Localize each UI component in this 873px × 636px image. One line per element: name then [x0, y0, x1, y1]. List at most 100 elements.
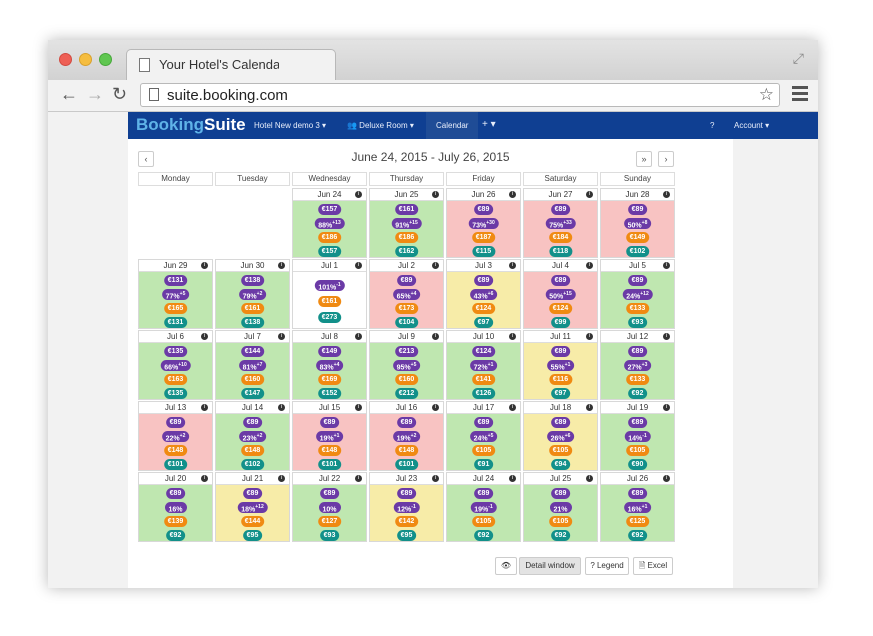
day-cell[interactable]: Jul 22 i €89 10% €127 €93 — [292, 472, 367, 542]
info-icon[interactable]: i — [432, 475, 439, 482]
info-icon[interactable]: i — [509, 404, 516, 411]
day-cell[interactable]: Jun 24 i €157 88%+13 €186 €157 — [292, 188, 367, 258]
suggested-price-badge: €95 — [242, 530, 263, 541]
day-cell[interactable]: Jul 20 i €89 16% €139 €92 — [138, 472, 213, 542]
info-icon[interactable]: i — [663, 333, 670, 340]
back-icon[interactable]: ← — [60, 84, 78, 105]
detail-window-button[interactable]: Detail window — [519, 557, 581, 575]
reload-icon[interactable]: ↻ — [112, 84, 127, 105]
info-icon[interactable]: i — [586, 262, 593, 269]
day-cell[interactable]: Jul 9 i €213 95%+5 €160 €212 — [369, 330, 444, 400]
day-cell[interactable]: Jun 25 i €161 91%+15 €186 €162 — [369, 188, 444, 258]
help-icon[interactable]: ? — [710, 121, 714, 130]
info-icon[interactable]: i — [278, 475, 285, 482]
info-icon[interactable]: i — [663, 191, 670, 198]
suggested-price-badge: €94 — [550, 459, 571, 470]
info-icon[interactable]: i — [509, 475, 516, 482]
day-cell[interactable]: Jul 8 i €149 83%+4 €169 €152 — [292, 330, 367, 400]
info-icon[interactable]: i — [355, 191, 362, 198]
day-cell[interactable]: Jul 14 i €89 23%+2 €148 €102 — [215, 401, 290, 471]
day-cell[interactable]: Jul 4 i €89 50%+15 €124 €99 — [523, 259, 598, 329]
day-cell[interactable]: Jul 10 i €124 72%+1 €141 €126 — [446, 330, 521, 400]
day-cell[interactable]: Jun 27 i €89 75%+33 €184 €118 — [523, 188, 598, 258]
hotel-dropdown[interactable]: Hotel New demo 3 ▾ — [254, 121, 326, 130]
info-icon[interactable]: i — [509, 262, 516, 269]
day-cell[interactable]: Jun 29 i €131 77%+5 €165 €131 — [138, 259, 213, 329]
competitor-price-badge: €186 — [394, 232, 419, 243]
excel-button[interactable]: 🗎 Excel — [633, 557, 673, 575]
info-icon[interactable]: i — [278, 262, 285, 269]
bookmark-star-icon[interactable]: ☆ — [759, 85, 774, 105]
add-dropdown[interactable]: + ▾ — [482, 119, 496, 130]
day-cell[interactable]: Jul 3 i €89 43%+6 €124 €97 — [446, 259, 521, 329]
info-icon[interactable]: i — [432, 333, 439, 340]
calendar-nav-item[interactable]: Calendar — [426, 112, 479, 139]
day-cell[interactable]: Jul 26 i €89 16%+1 €125 €92 — [600, 472, 675, 542]
browser-menu-icon[interactable] — [792, 86, 808, 104]
day-cell[interactable]: Jul 23 i €89 12%-1 €142 €95 — [369, 472, 444, 542]
minimize-window-button[interactable] — [79, 53, 92, 66]
day-cell[interactable]: Jul 24 i €89 19%-1 €105 €92 — [446, 472, 521, 542]
day-cell[interactable]: Jul 12 i €89 27%+3 €133 €92 — [600, 330, 675, 400]
day-cell[interactable]: Jun 28 i €89 50%+8 €149 €102 — [600, 188, 675, 258]
eye-icon[interactable]: 👁 — [495, 557, 517, 575]
bookingsuite-logo[interactable]: BookingSuite — [136, 115, 246, 135]
info-icon[interactable]: i — [201, 333, 208, 340]
day-date: Jul 25 i — [524, 473, 597, 485]
day-cell[interactable]: Jul 21 i €89 18%+12 €144 €95 — [215, 472, 290, 542]
info-icon[interactable]: i — [509, 333, 516, 340]
address-bar[interactable]: suite.booking.com ☆ — [140, 83, 780, 107]
info-icon[interactable]: i — [509, 191, 516, 198]
info-icon[interactable]: i — [586, 475, 593, 482]
close-window-button[interactable] — [59, 53, 72, 66]
info-icon[interactable]: i — [586, 191, 593, 198]
rate-badge: €89 — [473, 275, 494, 286]
info-icon[interactable]: i — [586, 404, 593, 411]
account-dropdown[interactable]: Account ▾ — [734, 121, 769, 130]
fullscreen-icon[interactable]: ⤢ — [793, 50, 804, 67]
fast-forward-button[interactable]: » — [636, 151, 652, 167]
info-icon[interactable]: i — [278, 333, 285, 340]
day-cell[interactable]: Jul 19 i €89 14%-1 €105 €90 — [600, 401, 675, 471]
day-cell[interactable]: Jul 7 i €144 81%+7 €160 €147 — [215, 330, 290, 400]
day-cell[interactable]: Jul 15 i €89 19%+1 €148 €101 — [292, 401, 367, 471]
info-icon[interactable]: i — [278, 404, 285, 411]
info-icon[interactable]: i — [355, 475, 362, 482]
day-cell[interactable]: Jul 11 i €89 55%+1 €116 €97 — [523, 330, 598, 400]
info-icon[interactable]: i — [586, 333, 593, 340]
maximize-window-button[interactable] — [99, 53, 112, 66]
day-cell[interactable]: Jul 5 i €89 24%+12 €133 €93 — [600, 259, 675, 329]
suggested-price-badge: €126 — [471, 388, 496, 399]
info-icon[interactable]: i — [663, 475, 670, 482]
day-cell[interactable]: Jun 26 i €89 73%+30 €187 €115 — [446, 188, 521, 258]
day-cell[interactable]: Jul 25 i €89 21% €105 €92 — [523, 472, 598, 542]
legend-button[interactable]: ? Legend — [585, 557, 629, 575]
info-icon[interactable]: i — [201, 262, 208, 269]
rate-badge: €89 — [319, 488, 340, 499]
day-cell[interactable]: Jul 1 i 101%-1 €161 €273 — [292, 259, 367, 329]
info-icon[interactable]: i — [355, 262, 362, 269]
info-icon[interactable]: i — [432, 262, 439, 269]
info-icon[interactable]: i — [355, 404, 362, 411]
forward-icon[interactable]: → — [86, 84, 104, 105]
info-icon[interactable]: i — [432, 191, 439, 198]
info-icon[interactable]: i — [432, 404, 439, 411]
day-cell[interactable]: Jun 30 i €138 79%+2 €161 €138 — [215, 259, 290, 329]
day-cell[interactable]: Jul 17 i €89 24%+5 €105 €91 — [446, 401, 521, 471]
room-dropdown[interactable]: 👥 Deluxe Room ▾ — [347, 121, 414, 130]
day-cell[interactable]: Jul 16 i €89 19%+2 €148 €101 — [369, 401, 444, 471]
day-cell[interactable]: Jul 2 i €89 65%+4 €173 €104 — [369, 259, 444, 329]
day-date: Jul 15 i — [293, 402, 366, 414]
suggested-price-badge: €104 — [394, 317, 419, 328]
info-icon[interactable]: i — [355, 333, 362, 340]
info-icon[interactable]: i — [201, 475, 208, 482]
browser-tab[interactable]: Your Hotel's Calendar — [126, 49, 336, 81]
info-icon[interactable]: i — [663, 262, 670, 269]
info-icon[interactable]: i — [663, 404, 670, 411]
day-cell[interactable]: Jul 13 i €89 22%+2 €148 €101 — [138, 401, 213, 471]
day-cell[interactable]: Jul 18 i €89 26%+6 €105 €94 — [523, 401, 598, 471]
title-bar: Your Hotel's Calendar ⤢ — [48, 40, 818, 81]
next-button[interactable]: › — [658, 151, 674, 167]
day-cell[interactable]: Jul 6 i €135 66%+10 €163 €135 — [138, 330, 213, 400]
info-icon[interactable]: i — [201, 404, 208, 411]
